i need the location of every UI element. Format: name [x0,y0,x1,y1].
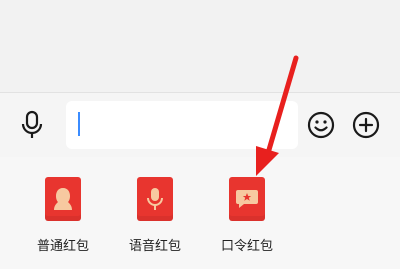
plus-icon [352,111,380,139]
red-packet-label: 语音红包 [128,239,181,254]
red-packet-label: 口令红包 [220,239,273,254]
red-packet-card [137,177,173,221]
microphone-icon [21,110,43,138]
voice-input-button[interactable] [14,105,50,145]
red-packet-card [45,177,81,221]
red-packet-password[interactable]: 口令红包 [212,177,282,267]
smiley-icon [307,111,335,139]
message-input[interactable] [66,101,298,149]
red-packet-voice[interactable]: 语音红包 [120,177,190,267]
microphone-icon [147,188,163,210]
input-bar [0,92,400,157]
red-packet-normal[interactable]: 普通红包 [28,177,98,267]
text-cursor [78,112,80,136]
emoji-button[interactable] [304,105,338,145]
person-silhouette-icon [54,188,72,210]
chat-area [0,0,400,92]
red-packet-label: 普通红包 [36,239,89,254]
red-packet-card [229,177,265,221]
speech-bubble-star-icon [236,190,258,208]
red-packet-panel: 普通红包 语音红包 口令红包 [0,157,400,269]
more-button[interactable] [348,105,384,145]
